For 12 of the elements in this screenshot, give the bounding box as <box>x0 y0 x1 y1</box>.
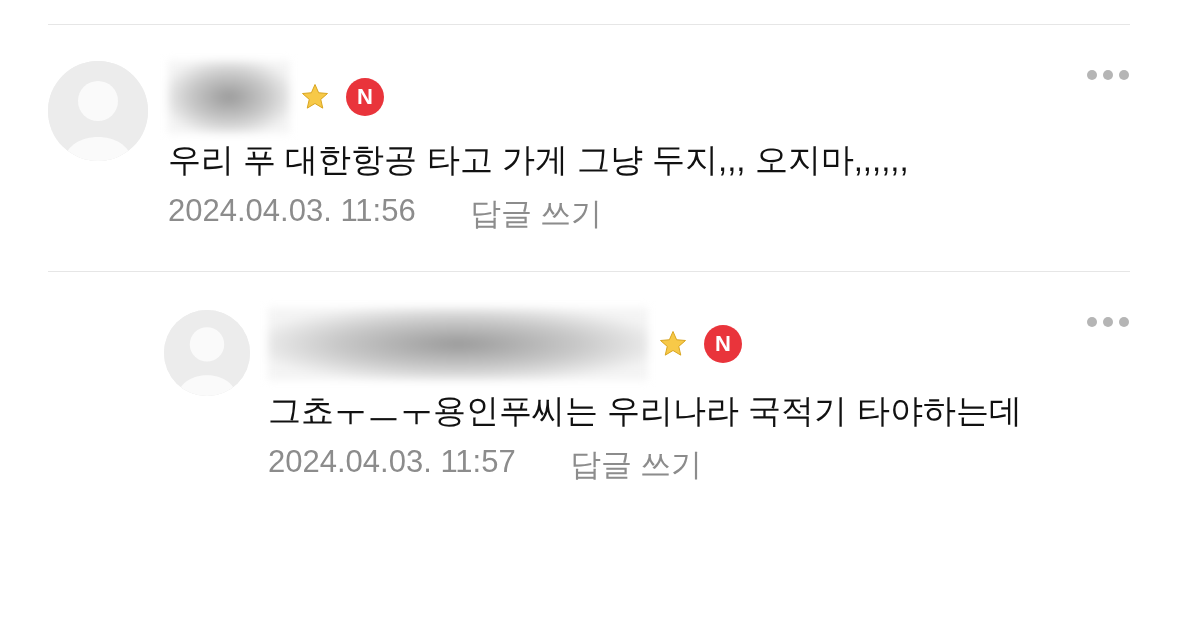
new-badge: N <box>346 78 384 116</box>
new-badge: N <box>704 325 742 363</box>
comment-date: 2024.04.03. 11:56 <box>168 193 416 230</box>
star-icon <box>658 329 688 359</box>
comment-text: 우리 푸 대한항공 타고 가게 그냥 두지,,, 오지마,,,,,, <box>168 140 910 180</box>
more-icon[interactable] <box>1086 316 1130 328</box>
more-icon[interactable] <box>1086 69 1130 81</box>
star-icon <box>300 82 330 112</box>
comment-date: 2024.04.03. 11:57 <box>268 444 516 481</box>
comment-text: 그쵸ㅜㅡㅜ용인푸씨는 우리나라 국적기 타야하는데 <box>268 391 1023 431</box>
reply-link[interactable]: 답글 쓰기 <box>569 444 703 486</box>
reply-link[interactable]: 답글 쓰기 <box>469 193 603 235</box>
